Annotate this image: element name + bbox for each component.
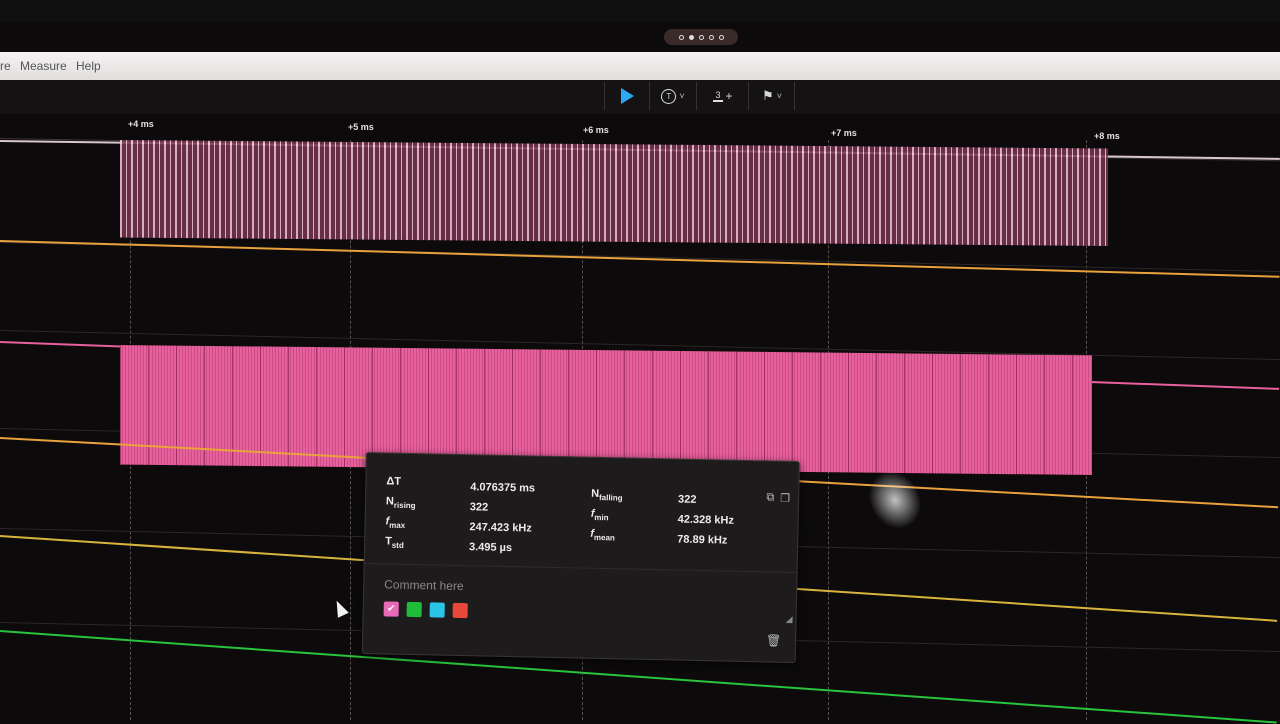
n-falling-label: Nfalling (591, 487, 623, 503)
f-mean-label: fmean (590, 527, 615, 543)
measurement-count: 3 (715, 89, 721, 100)
page-dot[interactable] (718, 34, 724, 40)
play-icon (620, 88, 634, 104)
color-swatch-green[interactable] (406, 601, 422, 618)
popup-divider (364, 562, 797, 574)
n-rising-value: 322 (469, 501, 489, 514)
time-tick: +4 ms (128, 119, 154, 129)
f-max-value: 247.423 kHz (469, 521, 532, 535)
menu-item-file[interactable]: re (0, 59, 11, 73)
check-icon: ✔ (386, 603, 396, 615)
delta-t-label: ΔT (386, 475, 402, 488)
f-max-label: fmax (385, 515, 406, 531)
popup-actions: ⧉ ❐ (766, 491, 790, 504)
comment-field[interactable]: Comment here (384, 577, 464, 593)
measurement-popup[interactable]: ΔT 4.076375 ms Nrising 322 fmax 247.423 … (361, 452, 800, 664)
time-tick: +8 ms (1094, 131, 1120, 141)
f-min-value: 42.328 kHz (677, 513, 735, 527)
copy-icon[interactable]: ❐ (780, 492, 790, 505)
run-button[interactable] (604, 82, 650, 110)
chevron-down-icon: ˅ (679, 91, 685, 101)
page-indicator[interactable] (664, 29, 738, 45)
menu-item-help[interactable]: Help (76, 59, 101, 73)
page-dot-active[interactable] (688, 34, 694, 40)
page-dot[interactable] (698, 34, 704, 40)
channel-1-waveform[interactable] (120, 140, 1108, 246)
color-swatch-pink[interactable]: ✔ (383, 601, 399, 617)
color-swatch-cyan[interactable] (429, 602, 445, 618)
f-min-label: fmin (590, 507, 609, 523)
resize-handle-icon[interactable]: ◢ (786, 614, 793, 625)
expand-icon[interactable]: ⧉ (766, 491, 774, 504)
marker-button[interactable]: ⚑ ˅ (750, 82, 795, 110)
n-falling-value: 322 (677, 493, 697, 506)
page-dot[interactable] (678, 34, 684, 40)
monitor-bezel (0, 0, 1280, 22)
page-dot[interactable] (708, 34, 714, 40)
plus-icon: + (725, 89, 733, 103)
time-tick: +6 ms (583, 125, 609, 135)
chevron-down-icon: ˅ (776, 91, 782, 101)
marker-icon: ⚑ (762, 88, 774, 103)
menu-item-measure[interactable]: Measure (20, 59, 67, 73)
t-std-label: Tstd (385, 535, 404, 550)
add-measurement-button[interactable]: 3 + (698, 82, 749, 110)
time-tick: +5 ms (348, 122, 374, 132)
delta-t-value: 4.076375 ms (470, 481, 536, 495)
channel-3-waveform[interactable] (120, 345, 1092, 475)
measurement-icon: 3 (713, 89, 723, 102)
time-tick: +7 ms (831, 128, 857, 138)
mouse-cursor-icon (331, 598, 349, 618)
f-mean-value: 78.89 kHz (677, 533, 728, 547)
trigger-icon: T (661, 88, 677, 104)
t-std-value: 3.495 µs (468, 541, 513, 555)
color-swatch-red[interactable] (452, 602, 468, 619)
trigger-mode-button[interactable]: T ˅ (650, 82, 697, 110)
menu-bar: re Measure Help (0, 52, 1280, 81)
n-rising-label: Nrising (385, 495, 416, 511)
trash-icon[interactable]: 🗑 (766, 633, 782, 647)
toolbar: T ˅ 3 + ⚑ ˅ (0, 80, 1280, 114)
